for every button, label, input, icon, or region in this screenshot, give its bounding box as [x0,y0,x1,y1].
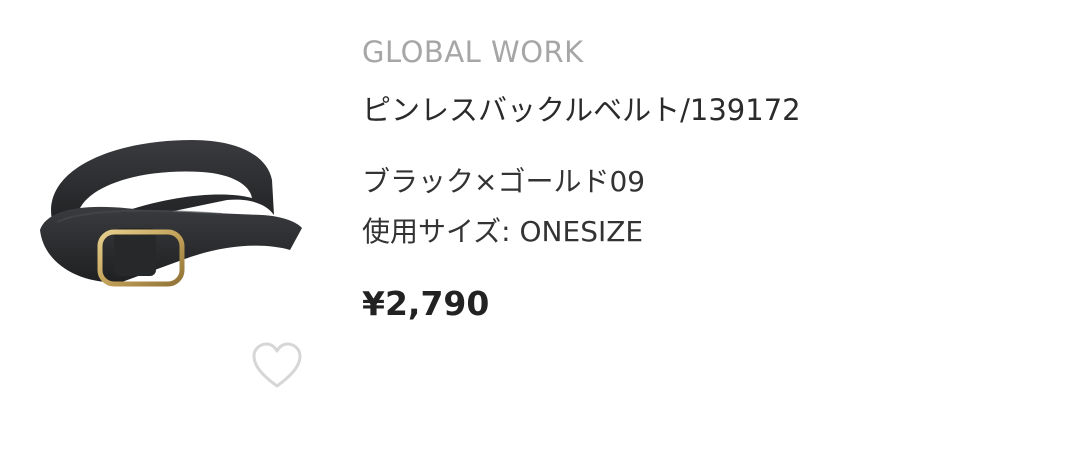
product-name[interactable]: ピンレスバックルベルト/139172 [362,90,1062,130]
size-value: ONESIZE [519,215,644,248]
favorite-button[interactable] [247,338,307,394]
product-size: 使用サイズ: ONESIZE [362,212,1062,252]
size-label: 使用サイズ: [362,215,511,248]
product-price: ¥2,790 [362,284,490,323]
brand-name[interactable]: GLOBAL WORK [362,30,1062,74]
heart-outline-icon [252,342,302,388]
product-info: GLOBAL WORK ピンレスバックルベルト/139172 ブラック×ゴールド… [362,30,1062,326]
belt-image-icon [40,140,302,287]
product-color: ブラック×ゴールド09 [362,165,646,198]
product-image[interactable] [22,110,322,310]
product-card[interactable]: GLOBAL WORK ピンレスバックルベルト/139172 ブラック×ゴールド… [0,0,1080,453]
